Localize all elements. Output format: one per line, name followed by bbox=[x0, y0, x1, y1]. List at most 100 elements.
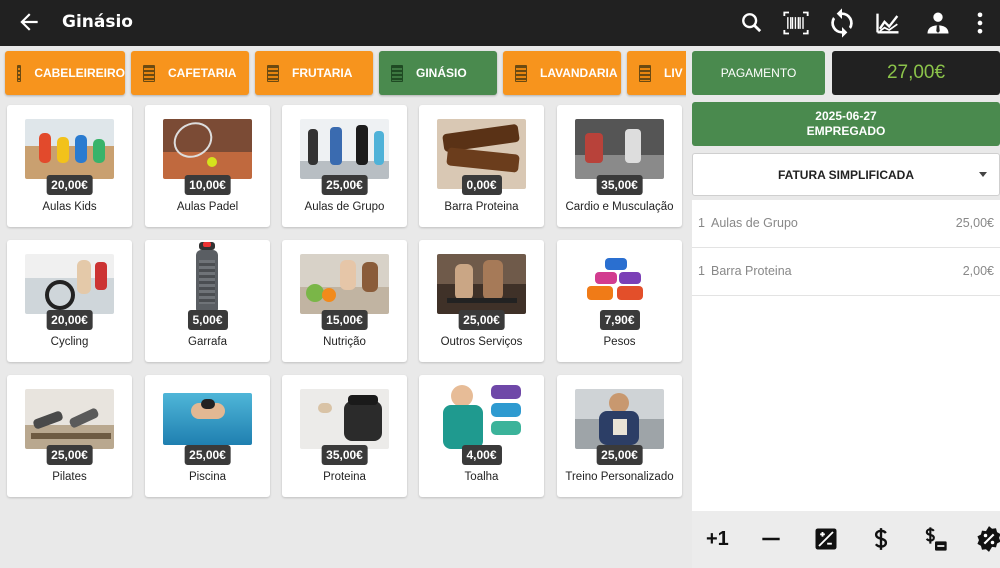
product-card[interactable]: 4,00€ Toalha bbox=[419, 375, 544, 497]
product-image-toalha bbox=[437, 381, 526, 453]
product-name: Nutrição bbox=[323, 336, 366, 348]
product-card[interactable]: 25,00€ Piscina bbox=[145, 375, 270, 497]
product-image-cardio-e-musculacao bbox=[575, 119, 664, 179]
product-image-garrafa bbox=[163, 242, 252, 314]
product-card[interactable]: 20,00€ Aulas Kids bbox=[7, 105, 132, 227]
page-title: Ginásio bbox=[62, 12, 133, 32]
price-badge: 25,00€ bbox=[46, 445, 93, 465]
more-vert-icon[interactable] bbox=[966, 9, 994, 37]
product-card[interactable]: 7,90€ Pesos bbox=[557, 240, 682, 362]
product-image-nutricao bbox=[300, 254, 389, 314]
product-name: Treino Personalizado bbox=[565, 471, 674, 483]
price-badge: 20,00€ bbox=[46, 175, 93, 195]
ticket-lines: 1 Aulas de Grupo 25,00€ 1 Barra Proteina… bbox=[692, 200, 1000, 511]
add-one-button[interactable]: +1 bbox=[706, 528, 729, 556]
sync-icon[interactable] bbox=[826, 5, 858, 41]
price-badge: 0,00€ bbox=[461, 175, 502, 195]
category-icon bbox=[17, 64, 22, 82]
document-type-value: FATURA SIMPLIFICADA bbox=[778, 167, 914, 182]
price-badge: 4,00€ bbox=[461, 445, 502, 465]
line-description: Barra Proteina bbox=[711, 264, 792, 278]
category-cafetaria[interactable]: CAFETARIA bbox=[131, 51, 249, 95]
product-name: Proteina bbox=[323, 471, 366, 483]
product-card[interactable]: 25,00€ Outros Serviços bbox=[419, 240, 544, 362]
category-tabs: CABELEIREIRO CAFETARIA FRUTARIA GINÁSIO … bbox=[0, 48, 686, 98]
category-icon bbox=[391, 64, 403, 82]
chart-icon[interactable] bbox=[874, 9, 902, 37]
price-badge: 25,00€ bbox=[184, 445, 231, 465]
category-ginasio[interactable]: GINÁSIO bbox=[379, 51, 497, 95]
line-amount: 25,00€ bbox=[955, 216, 994, 230]
product-card[interactable]: 35,00€ Proteina bbox=[282, 375, 407, 497]
document-type-select[interactable]: FATURA SIMPLIFICADA bbox=[692, 153, 1000, 196]
product-name: Aulas de Grupo bbox=[304, 201, 385, 213]
price-badge: 25,00€ bbox=[596, 445, 643, 465]
product-name: Pilates bbox=[52, 471, 87, 483]
product-image-aulas-padel bbox=[163, 119, 252, 179]
product-name: Aulas Kids bbox=[42, 201, 97, 213]
product-card[interactable]: 5,00€ Garrafa bbox=[145, 240, 270, 362]
user-icon[interactable] bbox=[924, 9, 952, 37]
product-image-pilates bbox=[25, 389, 114, 449]
category-liv[interactable]: LIV bbox=[627, 51, 686, 95]
price-badge: 15,00€ bbox=[321, 310, 368, 330]
price-badge: 20,00€ bbox=[46, 310, 93, 330]
line-description: Aulas de Grupo bbox=[711, 216, 798, 230]
category-lavandaria[interactable]: LAVANDARIA bbox=[503, 51, 621, 95]
product-name: Toalha bbox=[464, 471, 499, 483]
product-name: Garrafa bbox=[188, 336, 227, 348]
payment-button[interactable]: PAGAMENTO bbox=[692, 51, 825, 95]
dollar-icon[interactable] bbox=[868, 525, 894, 553]
category-icon bbox=[639, 64, 651, 82]
discount-icon[interactable] bbox=[974, 525, 1000, 553]
product-card[interactable]: 25,00€ Aulas de Grupo bbox=[282, 105, 407, 227]
price-badge: 5,00€ bbox=[187, 310, 228, 330]
ticket-actions-bar: +1 bbox=[692, 511, 1000, 568]
product-card[interactable]: 0,00€ Barra Proteina bbox=[419, 105, 544, 227]
chevron-down-icon bbox=[979, 172, 987, 177]
product-image-piscina bbox=[163, 393, 252, 445]
category-icon bbox=[515, 64, 527, 82]
minus-icon[interactable] bbox=[758, 525, 784, 553]
search-icon[interactable] bbox=[738, 9, 766, 37]
product-name: Cardio e Musculação bbox=[565, 201, 674, 213]
price-badge: 10,00€ bbox=[184, 175, 231, 195]
product-name: Pesos bbox=[603, 336, 636, 348]
product-card[interactable]: 10,00€ Aulas Padel bbox=[145, 105, 270, 227]
edit-price-icon[interactable] bbox=[812, 525, 840, 553]
price-list-icon[interactable] bbox=[920, 525, 950, 553]
product-image-pesos bbox=[575, 254, 664, 314]
price-badge: 25,00€ bbox=[321, 175, 368, 195]
order-date: 2025-06-27 bbox=[815, 109, 877, 123]
price-badge: 35,00€ bbox=[596, 175, 643, 195]
product-card[interactable]: 20,00€ Cycling bbox=[7, 240, 132, 362]
product-name: Outros Serviços bbox=[440, 336, 523, 348]
product-image-cycling bbox=[25, 254, 114, 314]
category-icon bbox=[143, 64, 155, 82]
back-arrow-icon[interactable] bbox=[16, 9, 42, 35]
product-name: Cycling bbox=[50, 336, 89, 348]
date-employee-button[interactable]: 2025-06-27 EMPREGADO bbox=[692, 102, 1000, 146]
ticket-line[interactable]: 1 Barra Proteina 2,00€ bbox=[692, 248, 1000, 296]
barcode-icon[interactable] bbox=[782, 9, 810, 37]
product-name: Piscina bbox=[188, 471, 227, 483]
category-cabeleireiro[interactable]: CABELEIREIRO bbox=[5, 51, 125, 95]
price-badge: 7,90€ bbox=[599, 310, 640, 330]
line-amount: 2,00€ bbox=[962, 264, 994, 278]
line-qty: 1 bbox=[698, 216, 705, 230]
product-card[interactable]: 35,00€ Cardio e Musculação bbox=[557, 105, 682, 227]
price-badge: 25,00€ bbox=[458, 310, 505, 330]
ticket-line[interactable]: 1 Aulas de Grupo 25,00€ bbox=[692, 200, 1000, 248]
product-image-outros-servicos bbox=[437, 254, 526, 314]
product-card[interactable]: 25,00€ Pilates bbox=[7, 375, 132, 497]
product-card[interactable]: 15,00€ Nutrição bbox=[282, 240, 407, 362]
product-image-aulas-de-grupo bbox=[300, 119, 389, 179]
product-image-aulas-kids bbox=[25, 119, 114, 179]
category-icon bbox=[267, 64, 279, 82]
product-image-proteina bbox=[300, 389, 389, 449]
price-badge: 35,00€ bbox=[321, 445, 368, 465]
category-frutaria[interactable]: FRUTARIA bbox=[255, 51, 373, 95]
app-bar: Ginásio bbox=[0, 0, 1000, 46]
product-name: Aulas Padel bbox=[176, 201, 239, 213]
product-card[interactable]: 25,00€ Treino Personalizado bbox=[557, 375, 682, 497]
